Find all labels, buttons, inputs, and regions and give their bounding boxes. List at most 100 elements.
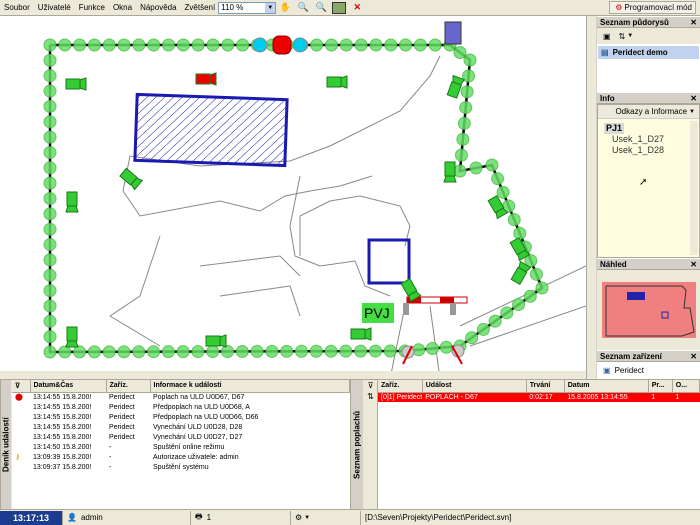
sensor-dot[interactable]: [529, 267, 543, 281]
sensor-dot[interactable]: [428, 38, 442, 52]
menu-funkce[interactable]: Funkce: [75, 3, 109, 12]
info-select[interactable]: Odkazy a Informace ▼: [598, 105, 699, 119]
sensor-dot[interactable]: [339, 38, 353, 52]
alarm-col[interactable]: Trvání: [526, 380, 565, 393]
alarm-col[interactable]: Datum: [564, 380, 649, 393]
sensor-dot[interactable]: [512, 298, 526, 312]
sensor-dot[interactable]: [413, 38, 427, 52]
sensor-dot[interactable]: [43, 268, 57, 282]
close-icon[interactable]: ✕: [690, 259, 697, 270]
sensor-dot[interactable]: [456, 132, 470, 146]
preview-panel[interactable]: [597, 270, 700, 350]
sensor-dot[interactable]: [236, 38, 250, 52]
cancel-icon[interactable]: ✕: [350, 2, 364, 14]
sensor-dot[interactable]: [147, 38, 161, 52]
sensor-dot[interactable]: [221, 345, 234, 358]
alarm-col[interactable]: O...: [672, 380, 700, 393]
sensor-dot[interactable]: [310, 38, 324, 52]
sensor-dot[interactable]: [324, 344, 338, 358]
event-row[interactable]: ⚷ 13:09:39 15.8.200! - Autorizace uživatele…: [12, 452, 350, 462]
sensor-dot[interactable]: [191, 345, 205, 359]
picture-icon[interactable]: [332, 1, 347, 14]
events-tab[interactable]: Deník událostí: [0, 380, 11, 510]
sensor-dot[interactable]: [488, 314, 502, 328]
floor-plan-map[interactable]: PVJ: [0, 16, 596, 379]
event-row[interactable]: 13:14:55 15.8.200! Peridect Vynechání ULD …: [12, 432, 350, 442]
sensor-dot[interactable]: [43, 299, 57, 313]
sensor-dot[interactable]: [132, 38, 146, 52]
sensor-dot[interactable]: [43, 38, 57, 52]
close-icon[interactable]: ✕: [690, 17, 697, 28]
sensor-dot[interactable]: [339, 344, 353, 358]
col-info[interactable]: Informace k události: [150, 380, 350, 393]
sensor-dot[interactable]: [161, 345, 175, 359]
sensor-dot[interactable]: [87, 345, 101, 359]
hand-icon[interactable]: ✋: [278, 2, 292, 14]
sensor-dot[interactable]: [485, 158, 499, 172]
sensor-dot[interactable]: [87, 38, 101, 52]
sensor-dot[interactable]: [280, 344, 294, 358]
sensor-dot[interactable]: [491, 172, 505, 186]
sensor-dot[interactable]: [43, 345, 57, 359]
sensor-dot[interactable]: [43, 99, 57, 113]
sensor-dot[interactable]: [43, 115, 57, 129]
camera-icon[interactable]: [443, 161, 457, 183]
sensor-dot[interactable]: [43, 145, 57, 159]
alarm-row[interactable]: [0]1] Peridect POPLACH - D67 0:02:17 15.…: [378, 392, 700, 402]
sensor-dot[interactable]: [383, 344, 397, 358]
sensor-dot[interactable]: [102, 38, 116, 52]
sensor-dot[interactable]: [43, 130, 57, 144]
sensor-dot[interactable]: [507, 213, 521, 227]
view-icon[interactable]: ▣: [603, 32, 611, 41]
sensor-dot[interactable]: [368, 344, 382, 358]
sensor-dot[interactable]: [43, 53, 57, 67]
chevron-down-icon[interactable]: ▼: [304, 515, 310, 521]
sensor-dot[interactable]: [265, 344, 279, 358]
sensor-dot[interactable]: [132, 345, 146, 359]
sensor-dot[interactable]: [369, 38, 383, 52]
event-row[interactable]: 13:14:55 15.8.200! Peridect Předpoplach na…: [12, 402, 350, 412]
camera-icon[interactable]: [65, 326, 79, 348]
alarm-col[interactable]: Událost: [422, 380, 527, 393]
sensor-dot[interactable]: [43, 238, 57, 252]
chevron-down-icon[interactable]: ▼: [627, 33, 633, 39]
sensor-dot[interactable]: [454, 148, 468, 162]
camera-icon[interactable]: [205, 334, 227, 348]
sensor-dot[interactable]: [117, 38, 131, 52]
sensor-dot[interactable]: [43, 253, 57, 267]
filter-icon[interactable]: ⊽: [12, 380, 31, 393]
col-device[interactable]: Zaříz.: [106, 380, 151, 393]
sort-icon[interactable]: ⇅: [364, 392, 377, 401]
tree-leaf[interactable]: Usek_1_D27: [604, 134, 693, 145]
sensor-dot[interactable]: [463, 53, 477, 67]
alarms-tab[interactable]: Seznam poplachů: [350, 380, 363, 510]
sensor-dot[interactable]: [453, 46, 467, 59]
sensor-dot[interactable]: [459, 101, 473, 115]
sensor-dot[interactable]: [523, 289, 537, 303]
sensor-dot[interactable]: [43, 84, 57, 98]
zoom-out-icon[interactable]: 🔍: [314, 2, 328, 14]
close-icon[interactable]: ✕: [690, 93, 697, 104]
sensor-dot[interactable]: [43, 207, 57, 221]
menu-uzivatele[interactable]: Uživatelé: [34, 3, 75, 12]
sensor-dot[interactable]: [117, 345, 131, 359]
sensor-dot[interactable]: [176, 38, 190, 52]
camera-icon[interactable]: [350, 327, 372, 341]
sensor-dot[interactable]: [147, 345, 161, 359]
tree-root[interactable]: PJ1: [604, 123, 625, 134]
alarm-col[interactable]: Zaříz.: [378, 380, 423, 393]
info-scrollbar[interactable]: [690, 121, 698, 255]
sensor-dot[interactable]: [43, 222, 57, 236]
sensor-dot[interactable]: [43, 284, 57, 298]
camera-icon[interactable]: [326, 75, 348, 89]
camera-icon[interactable]: [119, 167, 144, 191]
sensor-dot[interactable]: [102, 345, 116, 359]
camera-icon[interactable]: [65, 191, 79, 213]
event-row[interactable]: 13:09:37 15.8.200! - Spuštění systému: [12, 462, 350, 472]
sensor-dot[interactable]: [354, 344, 368, 358]
sensor-dot[interactable]: [43, 69, 57, 83]
zoom-in-icon[interactable]: 🔍: [296, 2, 310, 14]
sensor-dot[interactable]: [309, 344, 323, 358]
tree-leaf[interactable]: Usek_1_D28: [604, 145, 693, 156]
sensor-dot[interactable]: [73, 345, 87, 359]
